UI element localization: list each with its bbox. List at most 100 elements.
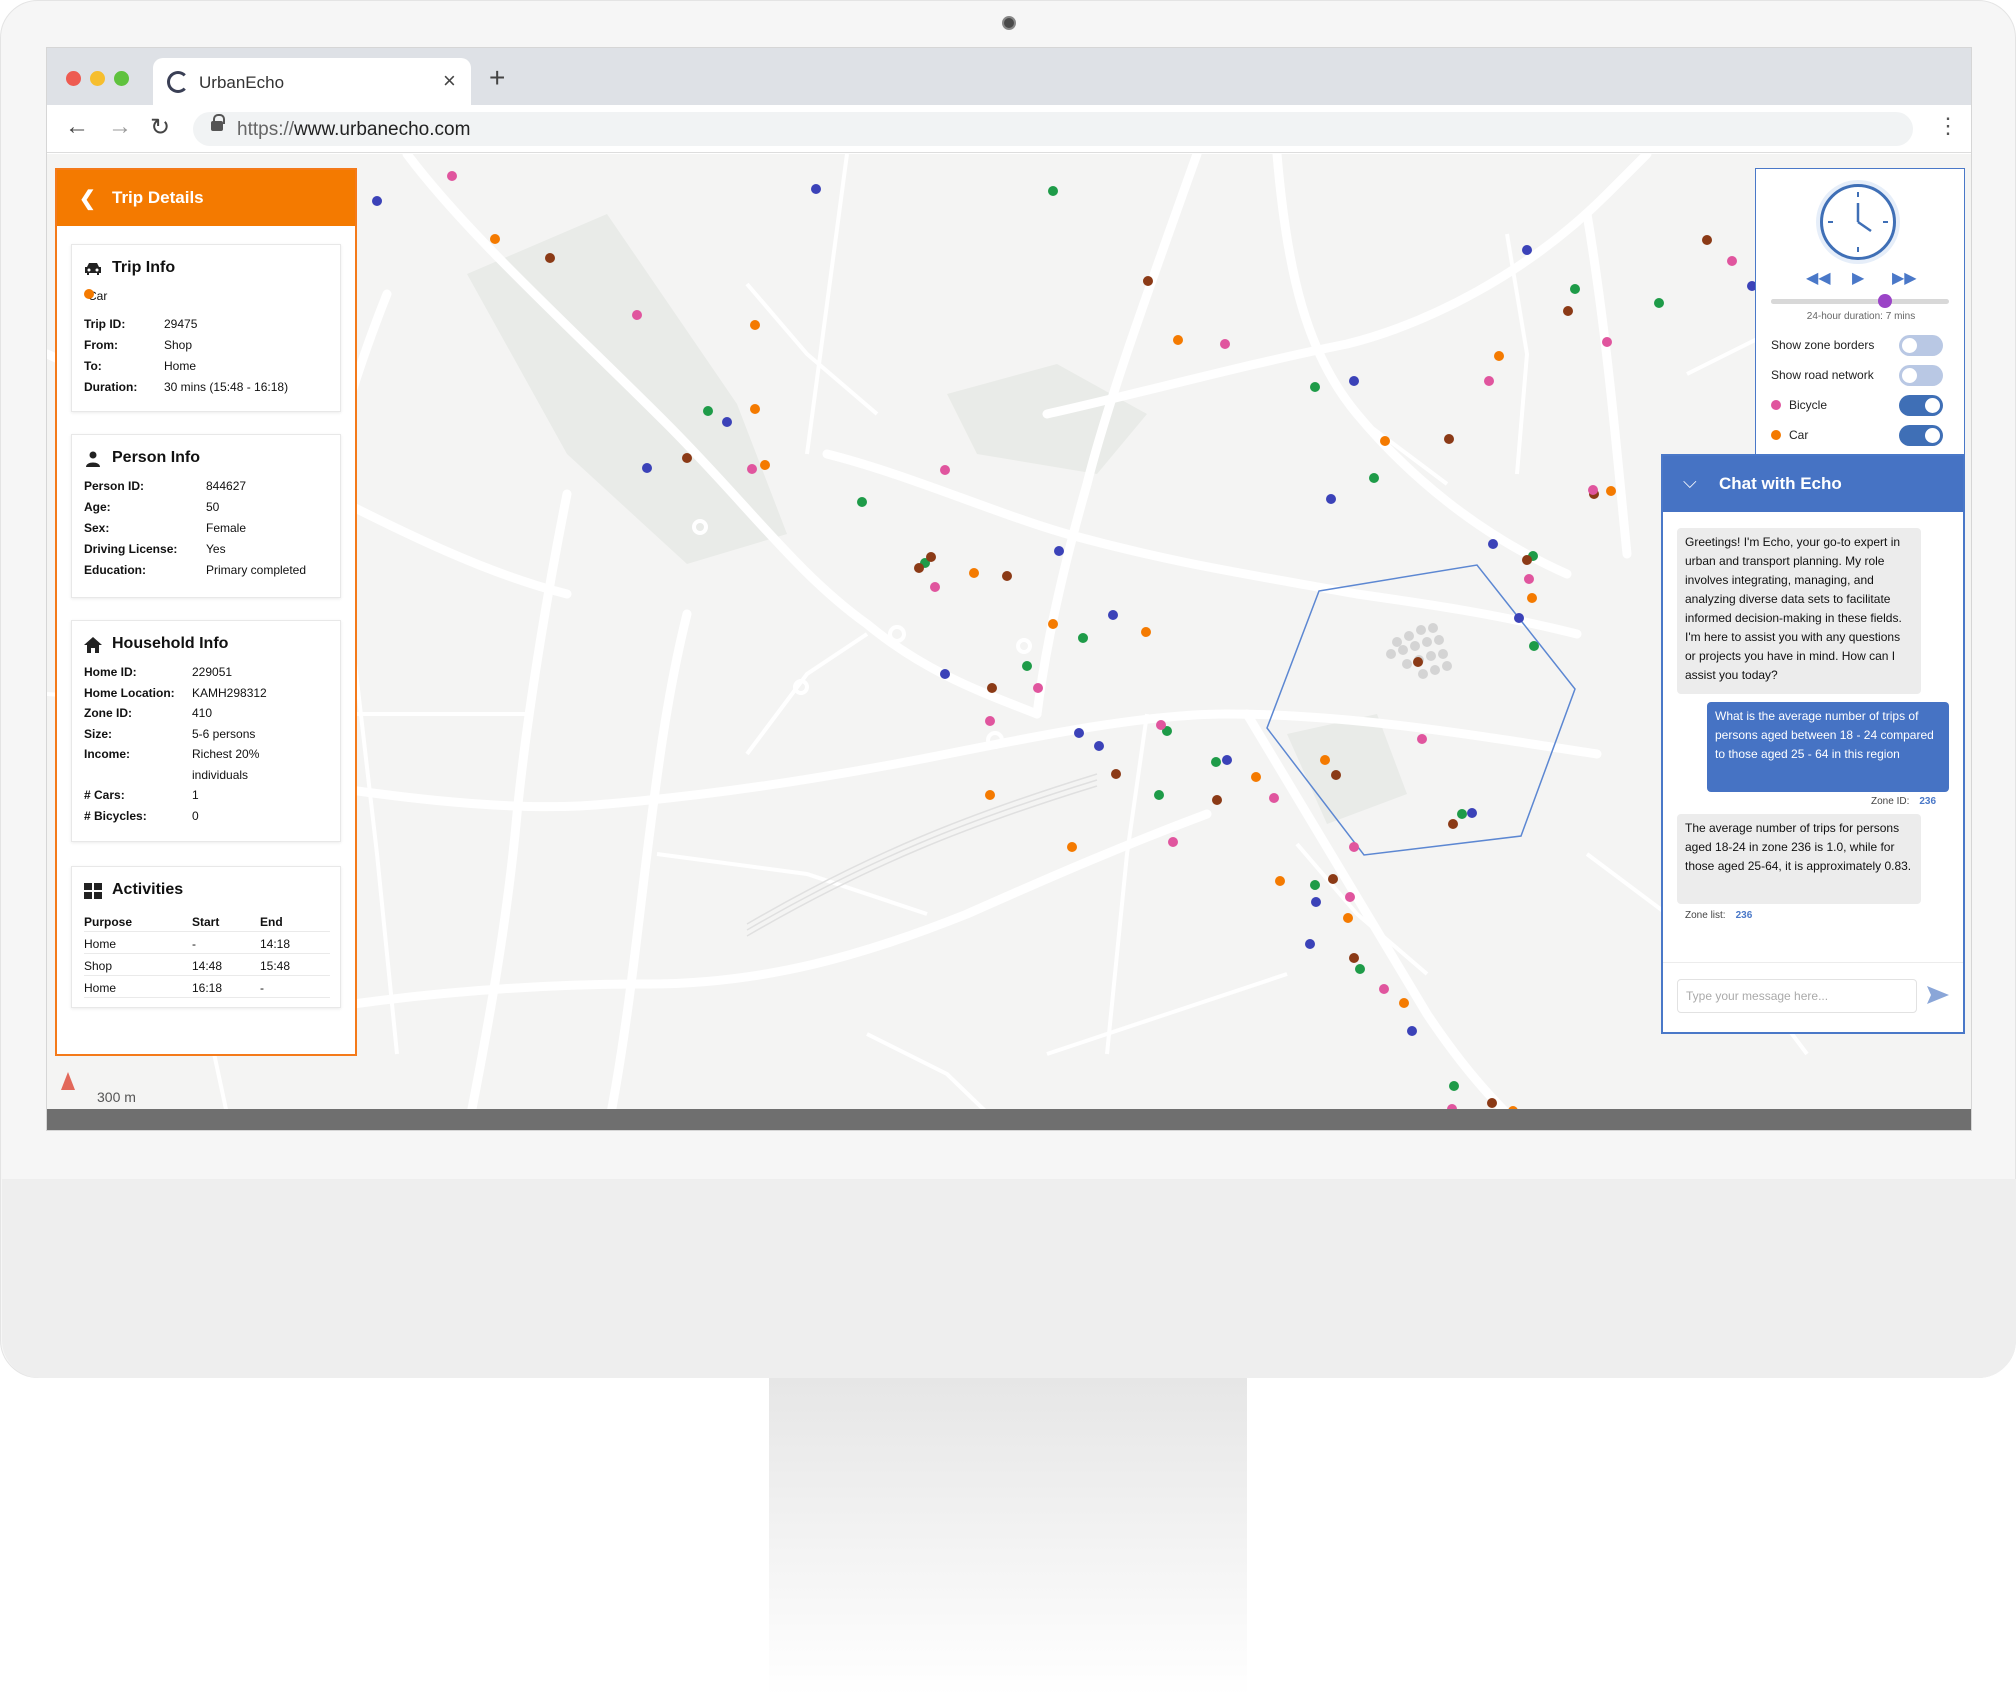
trip-agent-dot[interactable] (1173, 335, 1183, 345)
fast-forward-icon[interactable]: ▶▶ (1892, 268, 1917, 288)
trip-agent-dot[interactable] (1067, 842, 1077, 852)
url-field[interactable]: https://www.urbanecho.com (193, 112, 1913, 146)
trip-agent-dot[interactable] (1487, 1098, 1497, 1108)
trip-agent-dot[interactable] (447, 171, 457, 181)
zone-list-link[interactable]: 236 (1736, 910, 1753, 921)
trip-agent-dot[interactable] (1349, 376, 1359, 386)
trip-agent-dot[interactable] (490, 234, 500, 244)
toggle-switch[interactable] (1899, 425, 1943, 446)
trip-agent-dot[interactable] (642, 463, 652, 473)
trip-agent-dot[interactable] (857, 497, 867, 507)
trip-agent-dot[interactable] (1514, 613, 1524, 623)
trip-agent-dot[interactable] (1343, 913, 1353, 923)
trip-agent-dot[interactable] (1048, 186, 1058, 196)
minimize-window-button[interactable] (90, 71, 105, 86)
trip-agent-dot[interactable] (1212, 795, 1222, 805)
trip-agent-dot[interactable] (1320, 755, 1330, 765)
trip-agent-dot[interactable] (1527, 593, 1537, 603)
trip-agent-dot[interactable] (1222, 755, 1232, 765)
trip-agent-dot[interactable] (1326, 494, 1336, 504)
trip-agent-dot[interactable] (1220, 339, 1230, 349)
back-chevron-icon[interactable]: ❮ (79, 186, 96, 211)
trip-agent-dot[interactable] (1448, 819, 1458, 829)
chat-message-input[interactable]: Type your message here... (1677, 979, 1917, 1013)
trip-agent-dot[interactable] (632, 310, 642, 320)
trip-agent-dot[interactable] (1111, 769, 1121, 779)
trip-agent-dot[interactable] (1251, 772, 1261, 782)
trip-agent-dot[interactable] (1002, 571, 1012, 581)
trip-agent-dot[interactable] (1310, 382, 1320, 392)
toggle-switch[interactable] (1899, 395, 1943, 416)
time-slider-knob[interactable] (1877, 294, 1892, 308)
new-tab-button[interactable]: + (489, 62, 505, 94)
trip-agent-dot[interactable] (914, 563, 924, 573)
trip-agent-dot[interactable] (1078, 633, 1088, 643)
browser-tab[interactable]: UrbanEcho × (153, 58, 471, 105)
trip-agent-dot[interactable] (372, 196, 382, 206)
maximize-window-button[interactable] (114, 71, 129, 86)
trip-agent-dot[interactable] (1022, 661, 1032, 671)
trip-agent-dot[interactable] (1417, 734, 1427, 744)
toggle-switch[interactable] (1899, 335, 1943, 356)
trip-agent-dot[interactable] (1563, 306, 1573, 316)
chat-header[interactable]: ⌵ Chat with Echo (1663, 456, 1963, 512)
trip-agent-dot[interactable] (545, 253, 555, 263)
trip-agent-dot[interactable] (1349, 842, 1359, 852)
collapse-chevron-icon[interactable]: ⌵ (1683, 472, 1697, 493)
trip-agent-dot[interactable] (1355, 964, 1365, 974)
trip-agent-dot[interactable] (1168, 837, 1178, 847)
trip-agent-dot[interactable] (1602, 337, 1612, 347)
trip-agent-dot[interactable] (1054, 546, 1064, 556)
trip-agent-dot[interactable] (1108, 610, 1118, 620)
trip-agent-dot[interactable] (1488, 539, 1498, 549)
trip-agent-dot[interactable] (969, 568, 979, 578)
trip-agent-dot[interactable] (1467, 808, 1477, 818)
trip-agent-dot[interactable] (703, 406, 713, 416)
trip-agent-dot[interactable] (1211, 757, 1221, 767)
trip-agent-dot[interactable] (985, 716, 995, 726)
trip-agent-dot[interactable] (1494, 351, 1504, 361)
trip-agent-dot[interactable] (1588, 485, 1598, 495)
zone-236-border[interactable] (1266, 564, 1576, 856)
trip-agent-dot[interactable] (750, 320, 760, 330)
trip-agent-dot[interactable] (1570, 284, 1580, 294)
trip-agent-dot[interactable] (1457, 809, 1467, 819)
trip-agent-dot[interactable] (1349, 953, 1359, 963)
trip-agent-dot[interactable] (1407, 1026, 1417, 1036)
trip-agent-dot[interactable] (1269, 793, 1279, 803)
trip-agent-dot[interactable] (1305, 939, 1315, 949)
trip-agent-dot[interactable] (1524, 574, 1534, 584)
send-icon[interactable] (1925, 982, 1951, 1008)
trip-agent-dot[interactable] (1380, 436, 1390, 446)
trip-agent-dot[interactable] (1522, 245, 1532, 255)
trip-agent-dot[interactable] (1522, 555, 1532, 565)
trip-agent-dot[interactable] (1048, 619, 1058, 629)
trip-agent-dot[interactable] (1156, 720, 1166, 730)
trip-agent-dot[interactable] (1154, 790, 1164, 800)
back-arrow-icon[interactable]: ← (65, 113, 89, 141)
toggle-switch[interactable] (1899, 365, 1943, 386)
trip-agent-dot[interactable] (926, 552, 936, 562)
trip-agent-dot[interactable] (1074, 728, 1084, 738)
trip-agent-dot[interactable] (747, 464, 757, 474)
forward-arrow-icon[interactable]: → (108, 113, 132, 141)
trip-agent-dot[interactable] (987, 683, 997, 693)
trip-agent-dot[interactable] (1345, 892, 1355, 902)
trip-agent-dot[interactable] (985, 790, 995, 800)
play-icon[interactable]: ▶ (1852, 268, 1864, 288)
trip-agent-dot[interactable] (1413, 657, 1423, 667)
zone-id-link[interactable]: 236 (1919, 796, 1936, 807)
time-slider[interactable] (1771, 294, 1949, 308)
rewind-icon[interactable]: ◀◀ (1806, 268, 1831, 288)
trip-agent-dot[interactable] (1369, 473, 1379, 483)
trip-agent-dot[interactable] (760, 460, 770, 470)
trip-agent-dot[interactable] (940, 465, 950, 475)
trip-agent-dot[interactable] (1328, 874, 1338, 884)
trip-agent-dot[interactable] (1702, 235, 1712, 245)
trip-agent-dot[interactable] (1484, 376, 1494, 386)
trip-agent-dot[interactable] (750, 404, 760, 414)
trip-agent-dot[interactable] (1275, 876, 1285, 886)
close-tab-icon[interactable]: × (443, 68, 456, 94)
trip-agent-dot[interactable] (811, 184, 821, 194)
trip-agent-dot[interactable] (1143, 276, 1153, 286)
